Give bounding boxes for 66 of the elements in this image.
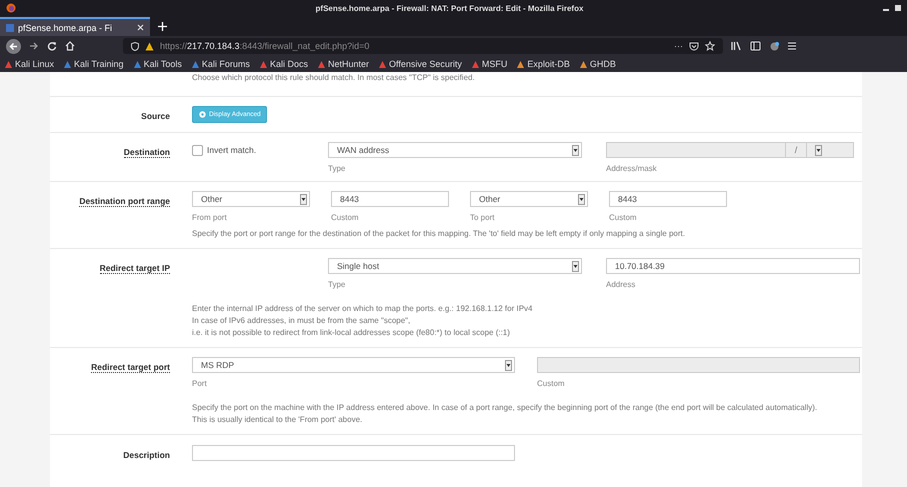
bookmark-link[interactable]: Kali Tools — [132, 59, 182, 69]
shield-icon — [131, 42, 139, 50]
gear-icon — [198, 110, 207, 119]
field-label: Source — [141, 111, 170, 121]
invert-match-checkbox[interactable] — [192, 144, 203, 156]
help-text: Specify the port or port range for the destination of the packet for this mapping. The 'to' field may be left empty if only mapping a single port. — [192, 228, 685, 240]
help-text: In case of IPv6 addresses, in must be from the same "scope", — [192, 315, 412, 327]
bookmark-link[interactable]: Kali Linux — [4, 59, 54, 69]
bookmark-link[interactable]: Kali Forums — [190, 59, 250, 69]
field-caption: Address — [606, 280, 636, 289]
page-actions-button[interactable]: ··· — [674, 41, 683, 51]
browser-tab[interactable]: pfSense.home.arpa - Fi — [0, 17, 150, 36]
field-caption: Type — [328, 280, 346, 289]
help-text: i.e. it is not possible to redirect from link-local addresses scope (fe80:*) to local scope (::1) — [192, 327, 511, 339]
address-field[interactable] — [606, 142, 786, 158]
field-caption: From port — [192, 213, 228, 222]
field-caption: Port — [192, 379, 208, 388]
help-text: Specify the port on the machine with the IP address entered above. In case of a port range, specify the beginning port of the range (the end port will be calculated automatically). — [192, 402, 818, 414]
bookmark-link[interactable]: Offensive Security — [378, 59, 462, 69]
field-label: Destination — [124, 147, 170, 158]
field-caption: Address/mask — [606, 164, 658, 173]
menu-icon[interactable] — [788, 41, 796, 51]
reload-icon[interactable] — [47, 41, 57, 51]
window-title: pfSense.home.arpa - Firewall: NAT: Port Forward: Edit - Mozilla Firefox — [314, 4, 584, 12]
custom-port-field[interactable] — [537, 357, 860, 373]
field-label: Description — [123, 450, 170, 460]
field-caption: Type — [328, 164, 346, 173]
bookmark-link[interactable]: GHDB — [578, 59, 616, 69]
bookmark-link[interactable]: Exploit-DB — [516, 59, 570, 69]
home-icon[interactable] — [65, 41, 75, 51]
close-icon[interactable] — [137, 24, 144, 31]
from-port-select[interactable]: Other — [192, 191, 310, 207]
firefox-icon — [6, 3, 16, 13]
checkbox-label: Invert match. — [207, 145, 256, 155]
field-caption: Custom — [537, 379, 566, 388]
field-caption: Custom — [609, 213, 638, 222]
bookmark-link[interactable]: Kali Training — [63, 59, 124, 69]
port-select[interactable]: MS RDP — [192, 357, 515, 373]
field-caption: Custom — [331, 213, 360, 222]
help-text: Choose which protocol this rule should match. In most cases "TCP" is specified. — [192, 72, 475, 84]
back-icon[interactable] — [6, 38, 21, 54]
help-text: This is usually identical to the 'From port' above. — [192, 414, 364, 426]
to-port-field[interactable]: 8443 — [609, 191, 727, 207]
mask-separator: / — [794, 144, 798, 156]
type-select[interactable]: Single host — [328, 258, 582, 274]
pocket-icon[interactable] — [689, 41, 699, 51]
star-icon[interactable] — [705, 41, 715, 51]
address-bar[interactable]: https://217.70.184.3:8443/firewall_nat_edit.php?id=0 ··· — [123, 38, 723, 54]
forward-icon[interactable] — [29, 41, 39, 51]
library-icon[interactable] — [731, 41, 742, 51]
extension-icon[interactable] — [769, 40, 780, 52]
warning-lock-icon — [145, 42, 154, 50]
bookmark-link[interactable]: MSFU — [470, 59, 508, 69]
help-text: Enter the internal IP address of the server on which to map the ports. e.g.: 192.168.1.12 for IPv4 — [192, 303, 532, 315]
from-port-field[interactable]: 8443 — [331, 191, 449, 207]
type-select[interactable]: WAN address — [328, 142, 582, 158]
sidebar-icon[interactable] — [750, 41, 761, 51]
field-label: Redirect target port — [91, 362, 170, 373]
field-caption: To port — [470, 213, 496, 222]
field-label: Redirect target IP — [100, 263, 170, 274]
to-port-select[interactable]: Other — [470, 191, 588, 207]
description-field[interactable] — [192, 445, 515, 461]
bookmark-link[interactable]: NetHunter — [316, 59, 369, 69]
address-field[interactable]: 10.70.184.39 — [606, 258, 860, 274]
field-label: Destination port range — [79, 196, 170, 207]
bookmark-link[interactable]: Kali Docs — [258, 59, 308, 69]
